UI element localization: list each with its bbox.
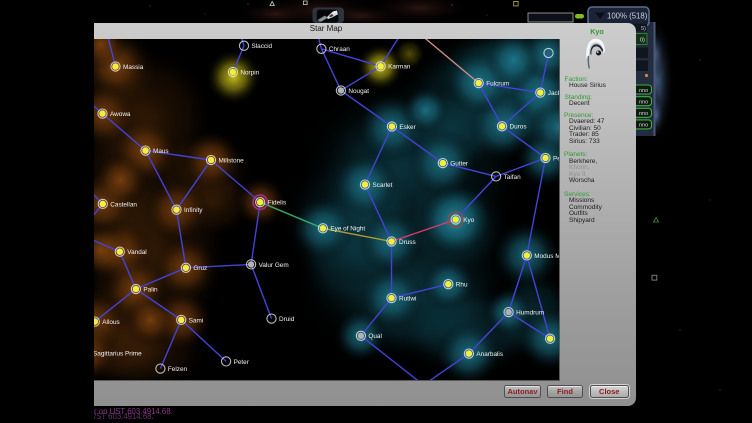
svg-text:Esker: Esker bbox=[399, 124, 416, 131]
svg-text:nno: nno bbox=[639, 100, 648, 106]
svg-text:Jack: Jack bbox=[547, 90, 558, 97]
svg-text:Vandal: Vandal bbox=[127, 249, 146, 256]
svg-text:Nougat: Nougat bbox=[348, 88, 369, 95]
svg-text:Slaccid: Slaccid bbox=[251, 43, 272, 50]
svg-text:Scarlet: Scarlet bbox=[372, 182, 392, 189]
svg-text:5): 5) bbox=[641, 26, 646, 32]
svg-text:Castellan: Castellan bbox=[110, 201, 137, 208]
svg-text:Allous: Allous bbox=[102, 319, 119, 326]
svg-text:100% (518): 100% (518) bbox=[607, 12, 648, 21]
svg-text:Fulcrum: Fulcrum bbox=[486, 81, 509, 88]
svg-text:Norpin: Norpin bbox=[240, 69, 259, 76]
svg-text:Millstone: Millstone bbox=[218, 157, 244, 164]
svg-text:Maus: Maus bbox=[153, 148, 169, 155]
svg-text:Anarbalis: Anarbalis bbox=[476, 351, 503, 358]
svg-text:nno: nno bbox=[639, 111, 648, 117]
svg-text:Pelican: Pelican bbox=[553, 155, 559, 162]
svg-text:Humdrum: Humdrum bbox=[516, 310, 544, 317]
svg-text:Massia: Massia bbox=[123, 64, 144, 71]
svg-text:Karman: Karman bbox=[388, 64, 411, 71]
svg-text:Gruz: Gruz bbox=[193, 265, 207, 272]
svg-text:Valur Gem: Valur Gem bbox=[258, 262, 288, 269]
svg-text:0): 0) bbox=[640, 38, 645, 44]
svg-text:Duros: Duros bbox=[509, 124, 526, 131]
svg-text:Sami: Sami bbox=[188, 317, 203, 324]
svg-text:Taifan: Taifan bbox=[503, 174, 520, 181]
svg-text:Sagittarius Prime: Sagittarius Prime bbox=[94, 350, 142, 357]
svg-text:Kyo: Kyo bbox=[463, 217, 474, 224]
svg-text:nno: nno bbox=[639, 88, 648, 94]
svg-text:Peter: Peter bbox=[233, 359, 249, 366]
svg-text:Modus Mana: Modus Mana bbox=[534, 253, 559, 260]
svg-text:Awowa: Awowa bbox=[110, 111, 131, 118]
svg-text:Palin: Palin bbox=[143, 286, 158, 293]
svg-text:nno: nno bbox=[639, 123, 648, 129]
svg-text:Eye of Night: Eye of Night bbox=[330, 226, 365, 233]
svg-text:Druss: Druss bbox=[399, 239, 416, 246]
svg-text:Chraan: Chraan bbox=[328, 46, 349, 53]
svg-text:Infinity: Infinity bbox=[184, 207, 203, 214]
svg-text:Fidelis: Fidelis bbox=[267, 200, 285, 207]
svg-text:Felzen: Felzen bbox=[167, 366, 187, 373]
svg-text:Druid: Druid bbox=[279, 316, 295, 323]
svg-text:Rutlwi: Rutlwi bbox=[399, 296, 416, 303]
svg-text:Qual: Qual bbox=[368, 333, 382, 340]
svg-text:Rhu: Rhu bbox=[455, 282, 467, 289]
svg-text:Gutter: Gutter bbox=[450, 161, 469, 168]
